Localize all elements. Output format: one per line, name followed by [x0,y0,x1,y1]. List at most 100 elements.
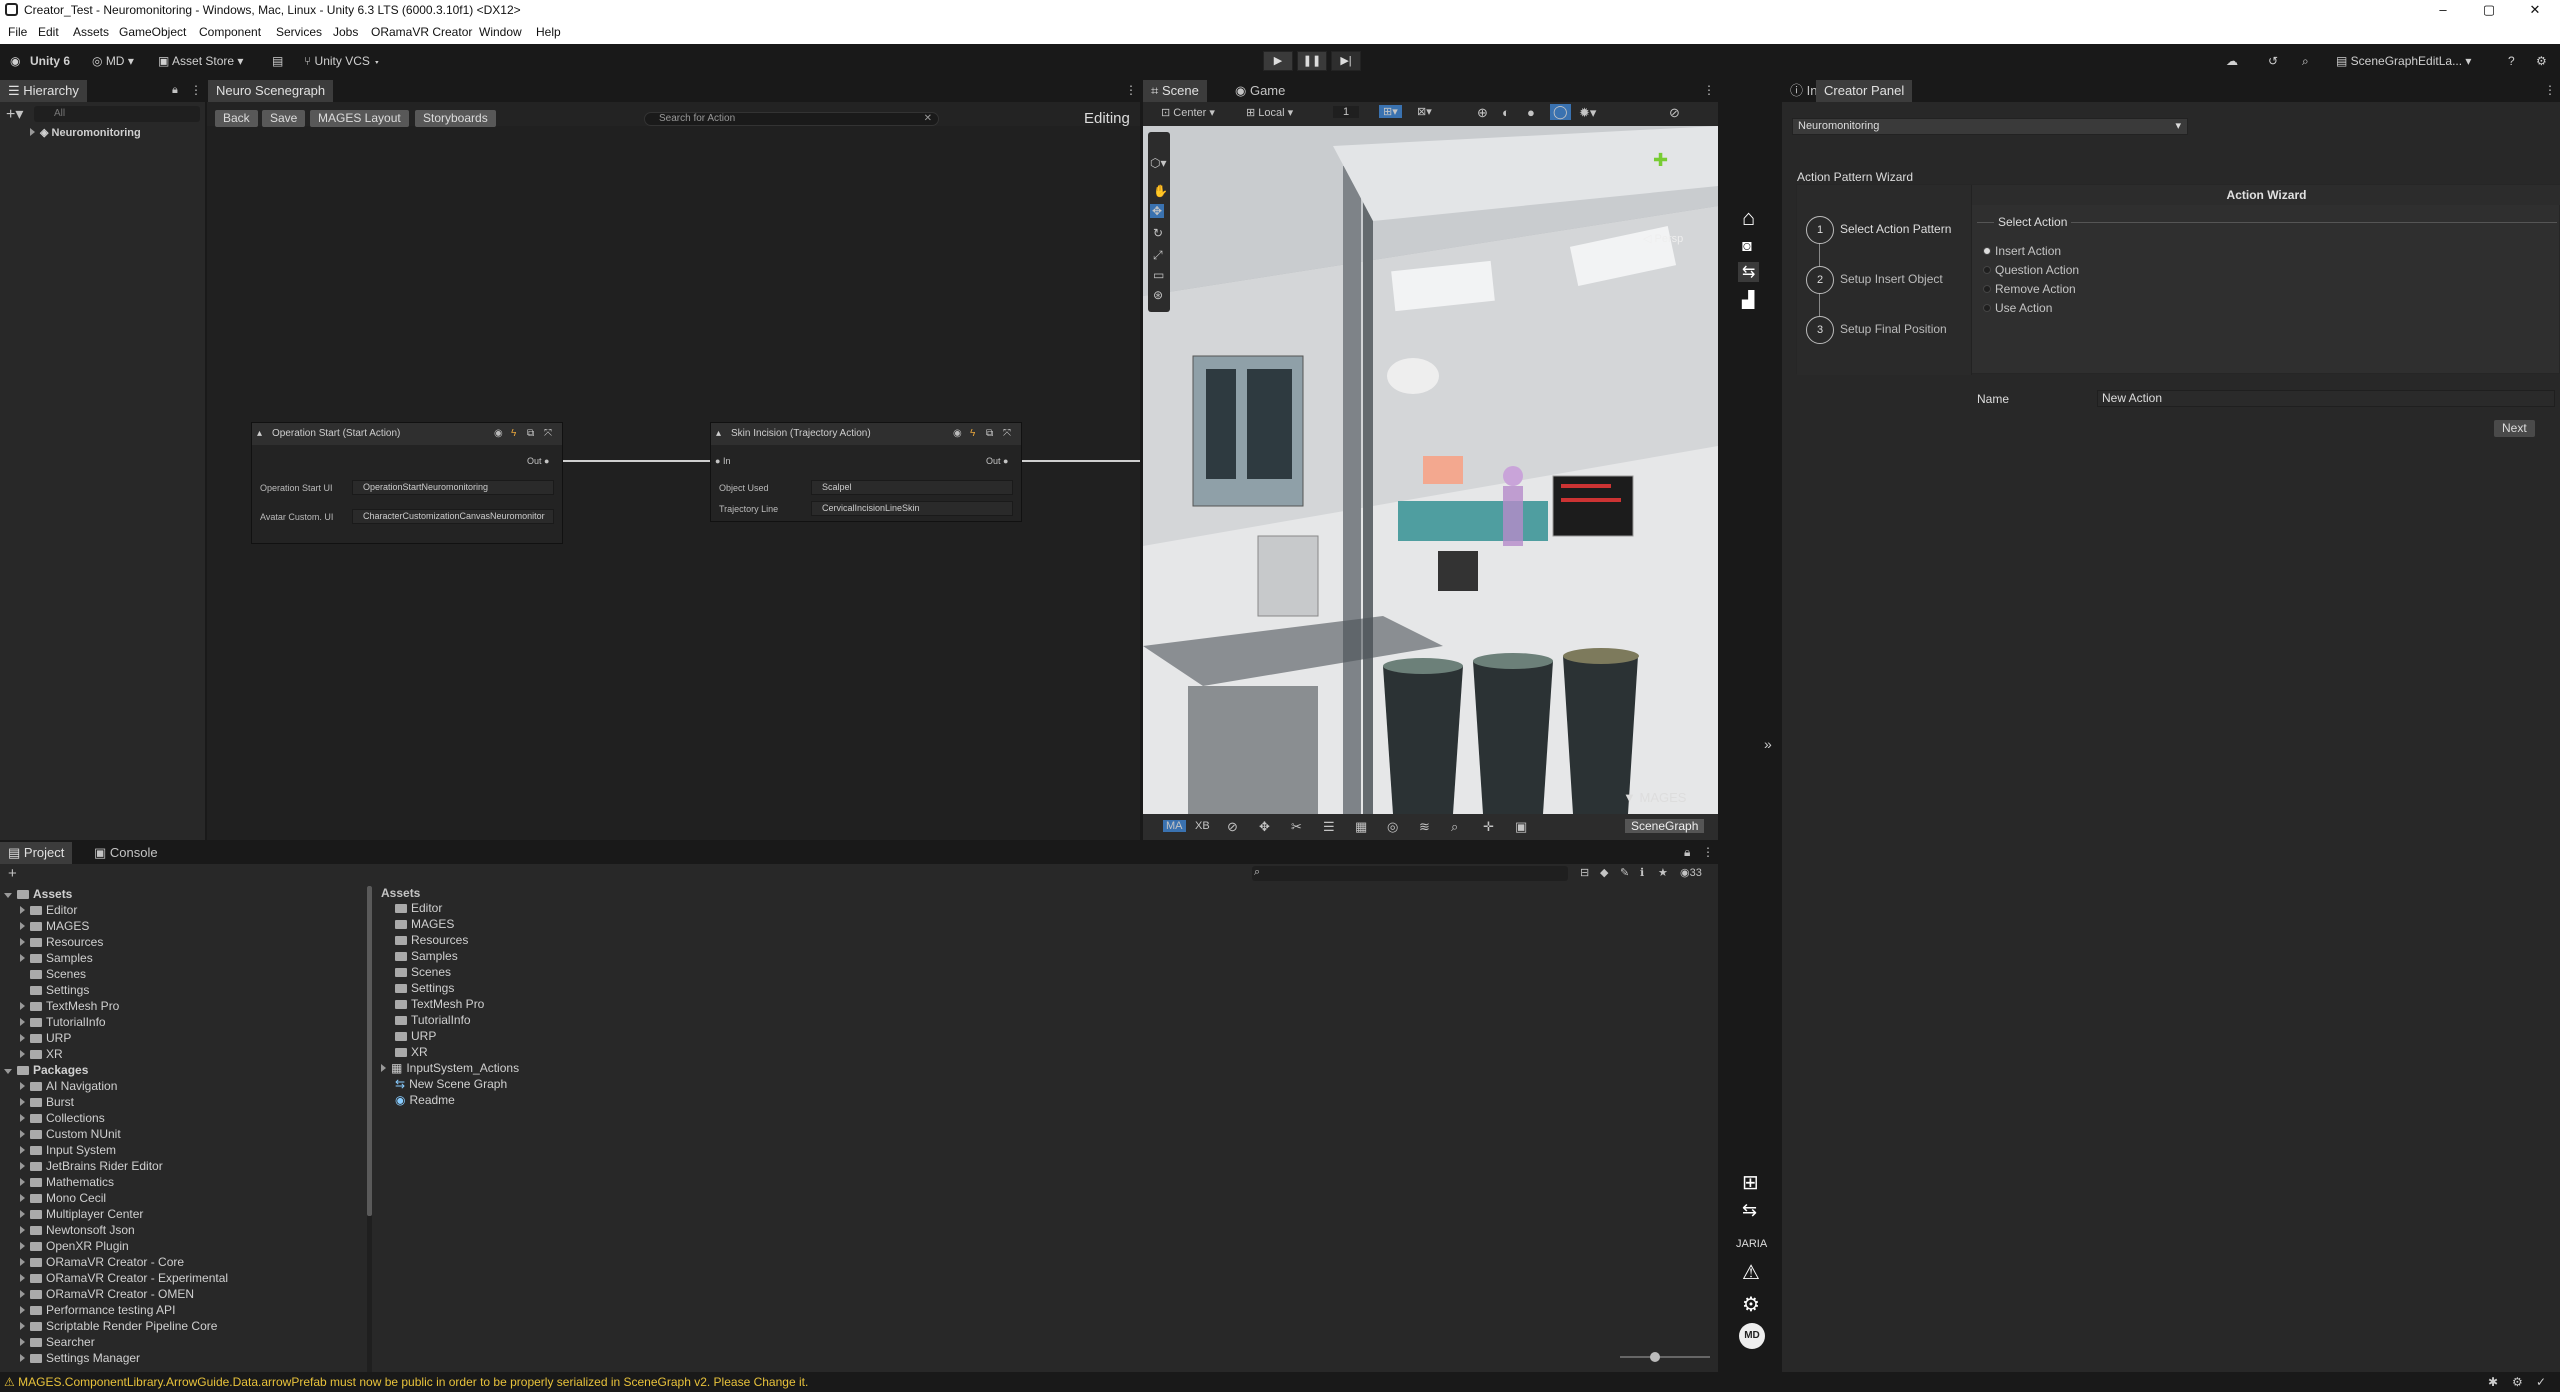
tree-folder[interactable]: Scenes [20,966,86,982]
tree-packages[interactable]: Packages [4,1062,88,1078]
copy-icon[interactable]: ⧉ [986,423,993,445]
action-node-operation-start[interactable]: ▴ Operation Start (Start Action) ◉ ϟ ⧉ ⤧… [251,422,563,544]
help-icon[interactable]: ? [2508,52,2515,70]
bolt-icon[interactable]: ϟ [970,423,975,445]
tree-package[interactable]: ORamaVR Creator - OMEN [20,1286,194,1302]
bolt-icon[interactable]: ϟ [511,423,516,445]
tab-creator-panel[interactable]: Creator Panel [1816,80,1913,102]
option-label[interactable]: Use Action [1995,301,2052,315]
scale-tool-icon[interactable]: ⤢ [1153,248,1163,263]
jaria-label[interactable]: JARIA [1736,1238,1767,1250]
lock-icon[interactable]: 🔒︎ [172,84,178,97]
tree-folder[interactable]: MAGES [20,918,89,934]
persp-label[interactable]: ◁ Persp [1643,232,1683,245]
radio-remove-action[interactable] [1983,285,1991,293]
tree-package[interactable]: Newtonsoft Json [20,1222,135,1238]
eye-icon[interactable]: ◉ [953,423,962,445]
tree-folder[interactable]: URP [20,1030,71,1046]
kebab-menu-icon[interactable]: ⋮ [1125,83,1137,97]
close-button[interactable]: ✕ [2512,0,2558,20]
tree-assets[interactable]: Assets [4,886,72,902]
collapse-icon[interactable]: ▴ [716,423,721,445]
menu-gameobject[interactable]: GameObject [119,25,186,39]
asset-item[interactable]: XR [395,1044,428,1060]
zoom-icon[interactable]: ⌕ [1451,819,1458,835]
lock-icon[interactable]: 🔒︎ [1684,845,1690,860]
center-icon[interactable]: ✛ [1483,819,1494,835]
tree-package[interactable]: Burst [20,1094,74,1110]
asset-item[interactable]: URP [395,1028,436,1044]
expand-icon[interactable]: ⤧ [544,423,552,445]
asset-store-button[interactable]: ▣ Asset Store ▾ [158,52,243,70]
asset-item[interactable]: ⇆ New Scene Graph [395,1076,507,1092]
hierarchy-root-item[interactable]: ◈ Neuromonitoring [30,125,141,141]
project-search-input[interactable] [1252,866,1568,881]
transform-tool-icon[interactable]: ⊛ [1153,288,1163,302]
flow-icon[interactable]: ⇆ [1742,1200,1757,1221]
next-button[interactable]: Next [2494,420,2535,437]
rect-tool-icon[interactable]: ▭ [1153,268,1164,282]
package-icon[interactable]: ▤ [272,52,283,70]
xb-button[interactable]: XB [1195,820,1210,832]
progress-icon[interactable]: ⚙ [2512,1372,2523,1392]
hand-tool-icon[interactable]: ✋ [1153,184,1168,198]
expand-panel-icon[interactable]: » [1764,736,1772,752]
step-button[interactable]: ▶| [1331,51,1361,71]
tree-package[interactable]: Input System [20,1142,116,1158]
unity-vcs-button[interactable]: ⑂ Unity VCS ▾ [304,52,380,70]
object-field[interactable]: CharacterCustomizationCanvasNeuromonitor [352,509,554,524]
tree-folder[interactable]: Editor [20,902,77,918]
tree-package[interactable]: ORamaVR Creator - Experimental [20,1270,228,1286]
warning-icon[interactable]: ⚠ [1742,1260,1760,1285]
filter-tag-icon[interactable]: ✎ [1620,866,1629,879]
asset-item[interactable]: TextMesh Pro [395,996,484,1012]
grid-icon[interactable]: ▦ [1355,819,1367,835]
tab-scene[interactable]: ⌗ Scene [1143,80,1207,102]
add-asset-icon[interactable]: + [8,865,17,882]
back-button[interactable]: Back [215,110,258,127]
tree-folder[interactable]: XR [20,1046,63,1062]
asset-item[interactable]: Editor [395,900,442,916]
tab-hierarchy[interactable]: ☰ Hierarchy [0,80,87,102]
ma-button[interactable]: MA [1163,820,1186,832]
pause-button[interactable]: ❚❚ [1297,51,1327,71]
menu-oramavr-creator[interactable]: ORamaVR Creator [371,25,472,39]
menu-file[interactable]: File [8,25,27,39]
expand-icon[interactable]: ⤧ [1003,423,1011,445]
list-icon[interactable]: ☰ [1323,819,1335,835]
step-1[interactable]: 1 [1806,216,1834,244]
radio-question-action[interactable] [1983,266,1991,274]
menu-jobs[interactable]: Jobs [333,25,358,39]
kebab-menu-icon[interactable]: ⋮ [1702,845,1714,859]
copy-icon[interactable]: ⧉ [527,423,534,445]
shaded-icon[interactable]: ◯ [1550,104,1571,120]
storyboards-button[interactable]: Storyboards [415,110,496,127]
kebab-menu-icon[interactable]: ⋮ [1703,83,1715,97]
in-port[interactable]: ● In [715,456,730,466]
asset-item[interactable]: ◉ Readme [395,1092,455,1108]
asset-item[interactable]: Settings [395,980,454,996]
breadcrumb[interactable]: Assets [381,886,420,900]
split-icon[interactable]: ✂ [1291,819,1302,835]
avatar[interactable]: MD [1739,1323,1765,1349]
object-field[interactable]: Scalpel [811,480,1013,495]
tree-scrollbar-thumb[interactable] [367,886,372,1216]
scene-viewport[interactable] [1143,126,1718,814]
menu-window[interactable]: Window [479,25,522,39]
object-field[interactable]: CervicalIncisionLineSkin [811,501,1013,516]
tree-scrollbar[interactable] [367,886,372,1372]
filter-label-icon[interactable]: ◆ [1600,866,1608,879]
menu-assets[interactable]: Assets [73,25,109,39]
tree-folder[interactable]: TutorialInfo [20,1014,106,1030]
tree-package[interactable]: Mono Cecil [20,1190,106,1206]
tree-package[interactable]: ORamaVR Creator - Core [20,1254,184,1270]
tree-package[interactable]: Multiplayer Center [20,1206,143,1222]
shading-icon[interactable]: ⊕ [1477,105,1488,121]
save-button[interactable]: Save [262,110,306,127]
radio-use-action[interactable] [1983,304,1991,312]
asset-item[interactable]: MAGES [395,916,454,932]
asset-item[interactable]: Resources [395,932,468,948]
favorite-icon[interactable]: ★ [1658,866,1668,879]
hide-icon[interactable]: ⊘ [1669,105,1680,121]
asset-item[interactable]: Scenes [395,964,451,980]
